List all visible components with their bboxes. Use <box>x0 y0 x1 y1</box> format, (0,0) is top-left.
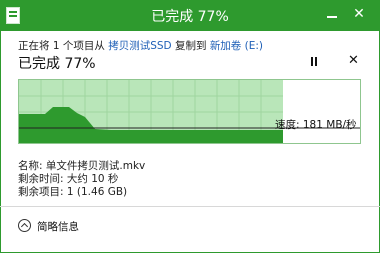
source-link[interactable]: 拷贝测试SSD <box>108 40 171 52</box>
fewer-details-button[interactable]: 简略信息 <box>37 219 79 234</box>
copy-description: 正在将 1 个项目从 拷贝测试SSD 复制到 新加卷 (E:) <box>18 38 263 53</box>
cancel-button[interactable]: ✕ <box>348 53 359 68</box>
title-bar: 已完成 77% ✕ <box>0 0 380 31</box>
speed-graph-chart <box>19 80 360 143</box>
items-remaining: 剩余项目: 1 (1.46 GB) <box>18 186 128 198</box>
desc-prefix: 正在将 1 个项目从 <box>18 40 109 52</box>
speed-label: 速度: 181 MB/秒 <box>275 119 357 131</box>
chevron-up-icon[interactable] <box>18 219 31 232</box>
minimize-button[interactable] <box>320 2 344 26</box>
speed-graph <box>18 79 361 144</box>
progress-percent: 已完成 77% <box>18 56 96 72</box>
close-window-button[interactable]: ✕ <box>347 2 371 26</box>
desc-middle: 复制到 <box>171 40 210 52</box>
destination-link[interactable]: 新加卷 (E:) <box>210 40 263 52</box>
pause-button[interactable] <box>309 56 319 68</box>
footer-divider <box>0 206 380 207</box>
